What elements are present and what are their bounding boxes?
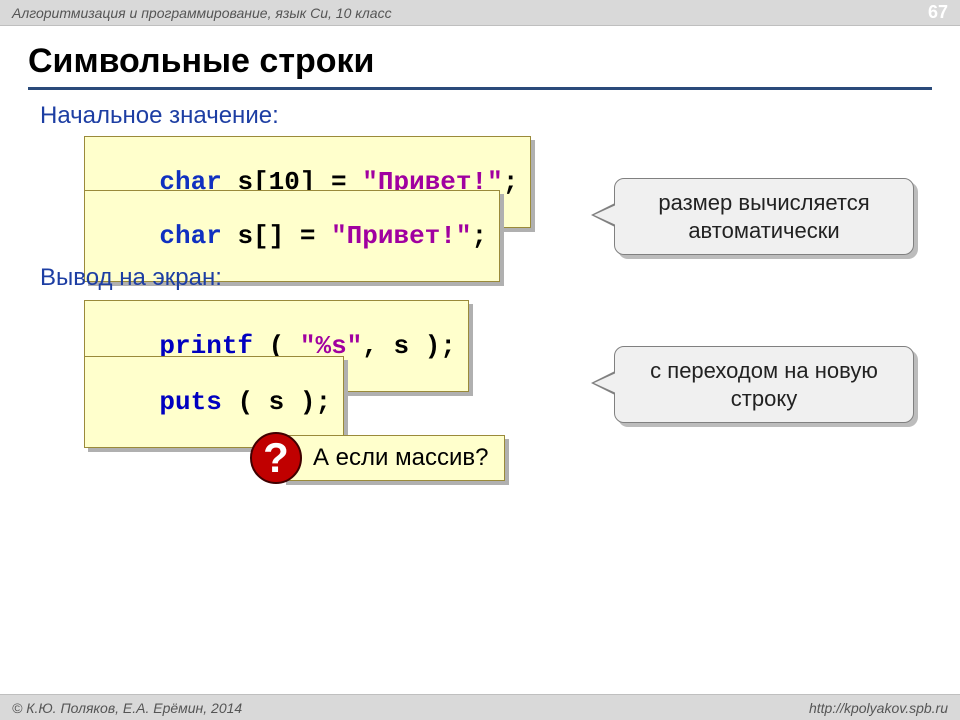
question-mark-icon: ? bbox=[250, 432, 302, 484]
question-box: ? А если массив? bbox=[250, 432, 505, 484]
subject-text: Алгоритмизация и программирование, язык … bbox=[12, 5, 392, 21]
section-initial-value: Начальное значение: bbox=[40, 102, 279, 130]
callout-newline: с переходом на новую строку bbox=[614, 346, 914, 423]
header-bar: Алгоритмизация и программирование, язык … bbox=[0, 0, 960, 26]
slide-title: Символьные строки bbox=[28, 42, 932, 90]
footer-authors: © К.Ю. Поляков, Е.А. Ерёмин, 2014 bbox=[12, 700, 242, 716]
callout-auto-size: размер вычисляется автоматически bbox=[614, 178, 914, 255]
page-number: 67 bbox=[908, 2, 948, 23]
footer-bar: © К.Ю. Поляков, Е.А. Ерёмин, 2014 http:/… bbox=[0, 694, 960, 720]
footer-url: http://kpolyakov.spb.ru bbox=[809, 700, 948, 716]
section-output: Вывод на экран: bbox=[40, 264, 222, 292]
question-text: А если массив? bbox=[282, 435, 505, 481]
